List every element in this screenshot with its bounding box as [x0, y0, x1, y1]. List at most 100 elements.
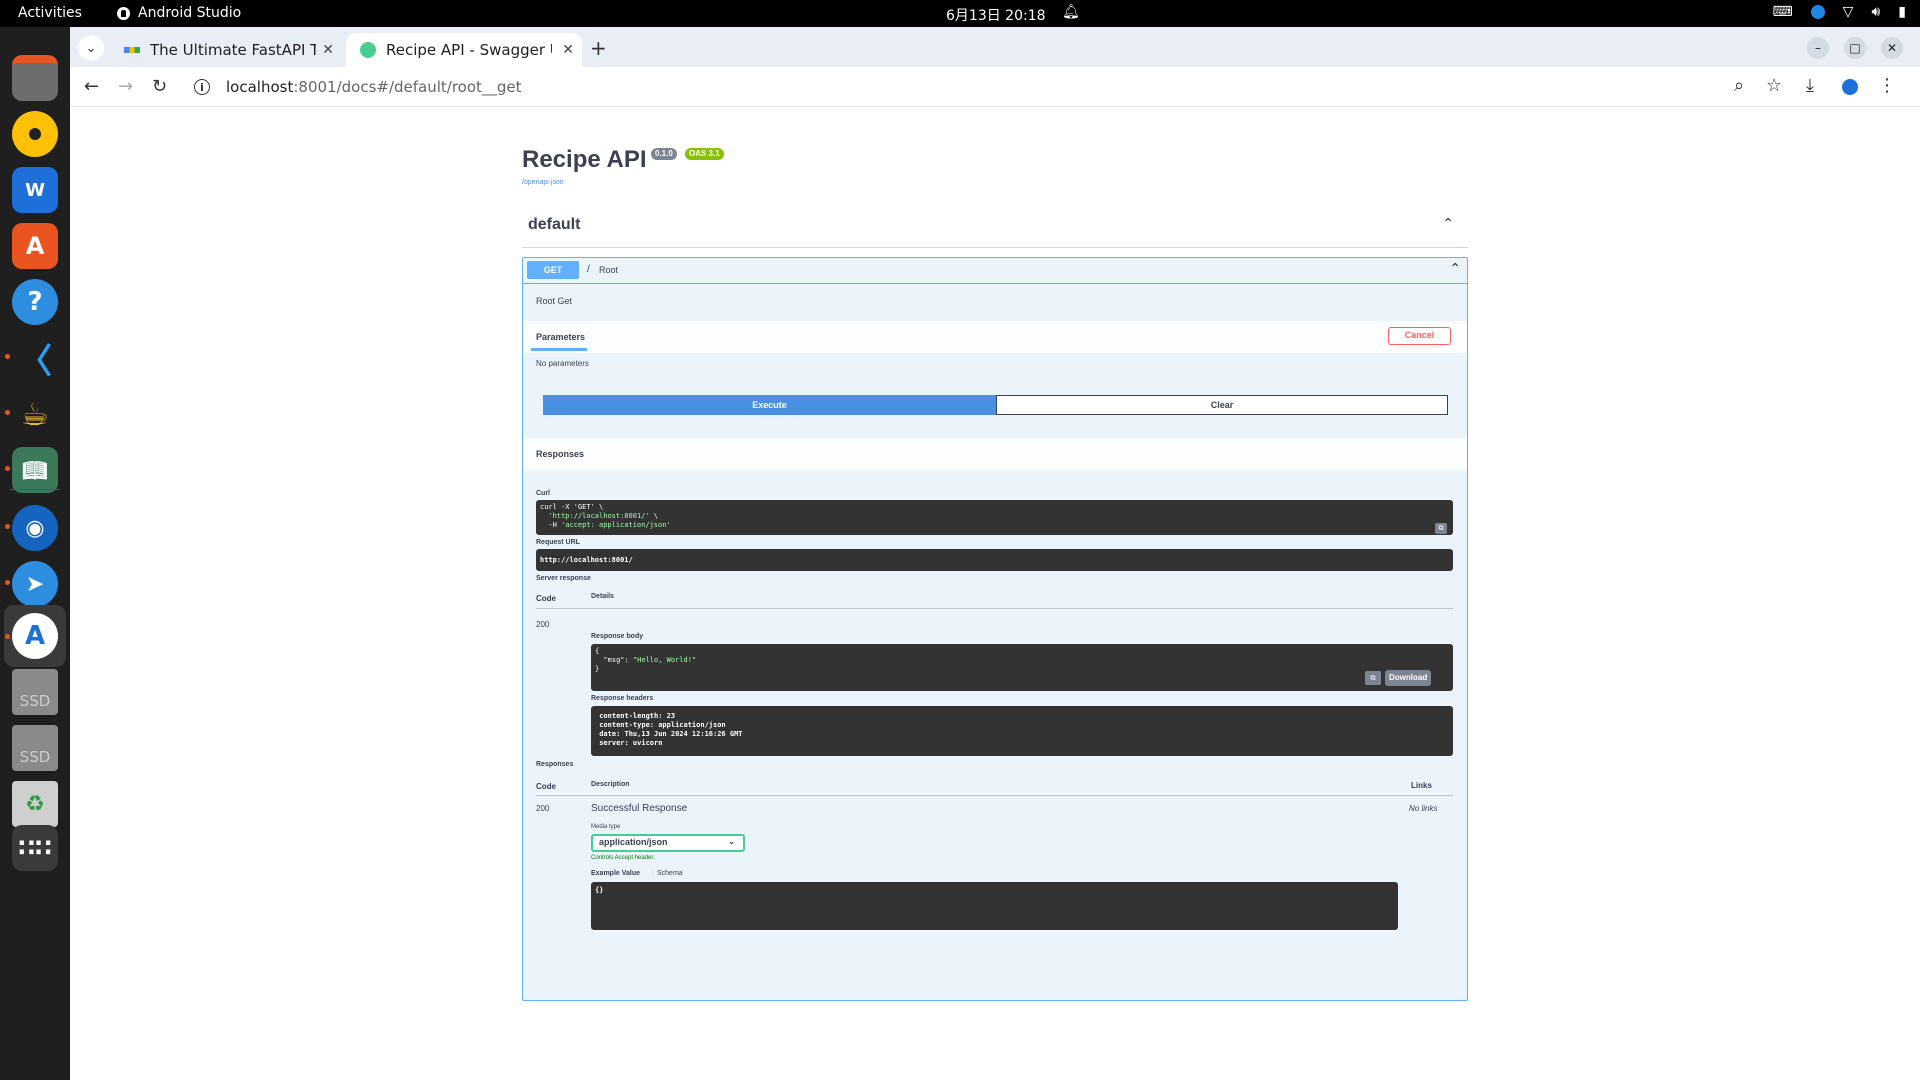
copy-icon[interactable]: ⧉ — [1435, 523, 1447, 534]
url-host: localhost — [226, 78, 294, 96]
zoom-icon[interactable]: ⌕ — [1734, 75, 1744, 96]
app-indicator-icon[interactable] — [1810, 5, 1825, 19]
clock[interactable]: 6月13日 20:18 — [946, 5, 1046, 25]
app-grid-icon[interactable]: ∷∷ — [12, 825, 58, 871]
reload-icon[interactable]: ↻ — [152, 76, 167, 97]
curl-flag: -H — [540, 521, 562, 529]
openapi-json-link[interactable]: /openapi.json — [522, 179, 564, 186]
clear-button[interactable]: Clear — [996, 395, 1448, 415]
cancel-button[interactable]: Cancel — [1388, 327, 1451, 345]
version-badge: 0.1.0 — [651, 148, 677, 160]
vscode-icon[interactable]: 〈 — [12, 335, 58, 382]
volume-icon[interactable]: 🔊︎ — [1871, 4, 1880, 20]
jupyter-icon[interactable]: ☕ — [12, 391, 58, 437]
forward-arrow-icon[interactable]: → — [118, 76, 133, 97]
dock-separator — [10, 489, 60, 490]
android-studio-small-icon — [117, 6, 130, 20]
example-value-tab[interactable]: Example Value — [591, 870, 640, 877]
url-text[interactable]: localhost:8001/docs#/default/root__get — [226, 78, 522, 96]
curl-code-block[interactable]: curl -X 'GET' \ 'http://localhost:8001/'… — [536, 500, 1453, 535]
response-body-label: Response body — [591, 633, 644, 640]
rhythmbox-icon[interactable] — [12, 111, 58, 157]
close-window-icon[interactable]: ✕ — [1881, 37, 1903, 59]
parameters-section-header: Parameters Cancel — [523, 321, 1467, 353]
app-menu[interactable]: Android Studio — [117, 5, 241, 21]
menu-kebab-icon[interactable]: ⋮ — [1878, 75, 1896, 96]
new-tab-plus-icon[interactable]: + — [590, 36, 607, 60]
header-line: content-length: 23 — [595, 712, 676, 720]
ssd-drive-icon[interactable]: SSD — [12, 669, 58, 715]
operation-summary-text: Root — [599, 265, 619, 275]
operation-description: Root Get — [536, 296, 573, 306]
tab-swagger-ui[interactable]: Recipe API - Swagger UI ✕ — [346, 33, 582, 67]
operation-summary[interactable]: GET / Root ⌃ — [523, 258, 1467, 284]
server-response-label: Server response — [536, 575, 591, 582]
address-bar[interactable]: i localhost:8001/docs#/default/root__get — [182, 71, 1842, 103]
tab-search-button[interactable]: ⌄ — [78, 35, 104, 61]
running-indicator — [5, 466, 10, 471]
example-json: {} — [595, 886, 604, 894]
close-icon[interactable]: ✕ — [322, 42, 334, 58]
dock: W A ? 〈 ☕ 📖︎ ◉ ➤ A SSD SSD ♻ ∷∷ — [0, 27, 70, 1080]
activities-button[interactable]: Activities — [18, 5, 82, 21]
chevron-up-icon[interactable]: ⌃ — [1449, 261, 1461, 277]
tab-strip: ⌄ The Ultimate FastAPI Tu ✕ Recipe API -… — [70, 27, 1920, 67]
keyboard-icon[interactable]: ⌨ — [1772, 4, 1792, 20]
files-icon[interactable] — [12, 55, 58, 101]
ssd-drive-icon[interactable]: SSD — [12, 725, 58, 771]
parameters-tab[interactable]: Parameters — [536, 332, 585, 342]
book-icon[interactable]: 📖︎ — [12, 447, 58, 493]
battery-icon[interactable]: ▮ — [1898, 4, 1906, 20]
feishu-icon[interactable]: ➤ — [12, 561, 58, 607]
curl-line-cont: \ — [649, 512, 659, 520]
chevron-up-icon[interactable]: ⌃ — [1442, 216, 1454, 232]
app-center-icon[interactable]: A — [12, 223, 58, 269]
tag-default-header[interactable]: default ⌃ — [522, 210, 1468, 248]
media-type-select[interactable]: application/json ⌄ — [591, 834, 745, 852]
globe-icon[interactable]: ◉ — [12, 505, 58, 551]
controls-accept-text: Controls Accept header. — [591, 855, 655, 861]
header-line: content-type: application/json — [595, 721, 726, 729]
request-url-label: Request URL — [536, 539, 580, 546]
copy-icon[interactable]: ⧉ — [1365, 671, 1381, 685]
operation-path: / — [587, 264, 590, 275]
execute-button[interactable]: Execute — [543, 395, 996, 415]
profile-avatar-icon[interactable] — [1842, 79, 1858, 95]
response-description: Successful Response — [591, 803, 688, 814]
response-body-block[interactable]: { "msg": "Hello, World!" } — [591, 644, 1453, 691]
header-line: server: uvicorn — [595, 739, 663, 747]
bookmark-star-icon[interactable]: ☆ — [1766, 75, 1782, 96]
writer-icon[interactable]: W — [12, 167, 58, 213]
download-button[interactable]: Download — [1385, 670, 1432, 686]
curl-header: 'accept: application/json' — [561, 521, 671, 529]
divider — [536, 795, 1453, 796]
trash-icon[interactable]: ♻ — [12, 781, 58, 827]
restore-icon[interactable]: □ — [1844, 37, 1866, 59]
close-icon[interactable]: ✕ — [562, 42, 574, 58]
responses-heading: Responses — [536, 449, 585, 459]
request-url-block[interactable]: http://localhost:8001/ — [536, 549, 1453, 571]
header-line: date: Thu,13 Jun 2024 12:16:26 GMT — [595, 730, 743, 738]
chevron-down-icon: ⌄ — [728, 837, 735, 846]
json-brace: { — [595, 647, 600, 655]
system-tray[interactable]: ⌨ ▽ 🔊︎ ▮ — [1772, 4, 1906, 20]
json-brace: } — [595, 665, 600, 673]
wifi-icon[interactable]: ▽ — [1843, 4, 1854, 20]
android-studio-icon[interactable]: A — [12, 613, 58, 659]
download-icon[interactable]: ⤓ — [1806, 75, 1814, 96]
help-icon[interactable]: ? — [12, 279, 58, 325]
schema-tab[interactable]: Schema — [657, 870, 683, 877]
grid-favicon-icon — [124, 47, 140, 53]
back-arrow-icon[interactable]: ← — [84, 76, 99, 97]
example-value-block[interactable]: {} — [591, 882, 1398, 930]
minimize-icon[interactable]: – — [1807, 37, 1829, 59]
running-indicator — [5, 410, 10, 415]
col-links-header: Links — [1411, 781, 1432, 790]
tab-fastapi-tutorial[interactable]: The Ultimate FastAPI Tu ✕ — [110, 33, 342, 67]
response-headers-label: Response headers — [591, 695, 654, 702]
app-menu-label: Android Studio — [138, 5, 242, 21]
site-info-icon[interactable]: i — [194, 79, 210, 95]
curl-line: curl -X 'GET' \ — [540, 503, 604, 511]
col-details-header: Details — [591, 593, 614, 600]
response-headers-block[interactable]: content-length: 23 content-type: applica… — [591, 706, 1453, 756]
